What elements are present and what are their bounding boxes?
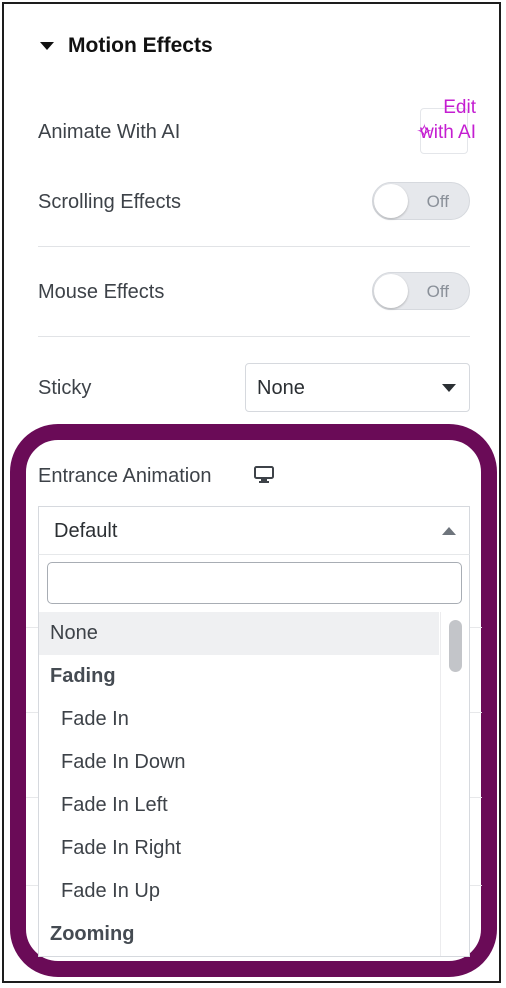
desktop-monitor-icon[interactable] [254,466,274,484]
dropdown-option[interactable]: None [39,612,439,655]
dropdown-option[interactable]: Fade In Right [39,827,439,870]
dropdown-option[interactable]: Fade In Down [39,741,439,784]
dropdown-group-label: Zooming [50,923,135,945]
chevron-down-icon [442,384,456,392]
background-line [26,885,38,886]
dropdown-group-label: Fading [50,665,116,687]
background-line [470,885,482,886]
divider [38,336,470,337]
scrolling-effects-toggle[interactable]: Off [372,182,470,220]
background-line [470,712,482,713]
background-line [26,797,38,798]
entrance-animation-label: Entrance Animation [38,465,212,487]
scrolling-effects-label: Scrolling Effects [38,191,182,213]
mouse-effects-toggle[interactable]: Off [372,272,470,310]
chevron-up-icon [442,527,456,535]
sticky-label: Sticky [38,377,92,399]
divider [38,246,470,247]
entrance-animation-value: Default [54,520,118,542]
section-header-motion-effects[interactable]: Motion Effects [40,34,213,58]
toggle-knob [374,274,408,308]
sticky-select-value: None [257,377,305,399]
caret-down-icon [40,42,54,50]
section-title: Motion Effects [68,34,213,57]
sticky-select[interactable]: None [245,363,470,412]
background-line [26,627,38,628]
dropdown-option[interactable]: Fade In Left [39,784,439,827]
background-line [26,712,38,713]
background-line [470,797,482,798]
mouse-effects-label: Mouse Effects [38,281,165,303]
dropdown-options-list: None Fading Fade In Fade In Down Fade In Lef… [39,612,439,956]
animate-with-ai-label: Animate With AI [38,121,181,143]
scrollbar-track[interactable] [440,612,469,956]
toggle-state-text: Off [426,282,449,301]
dropdown-option[interactable]: Fade In [39,698,439,741]
scrollbar-thumb[interactable] [449,620,462,672]
toggle-knob [374,184,408,218]
background-line [470,627,482,628]
entrance-animation-select[interactable]: Default [38,506,470,554]
dropdown-search-input[interactable] [47,562,462,604]
dropdown-option[interactable]: Fade In Up [39,870,439,913]
toggle-state-text: Off [426,192,449,211]
entrance-animation-dropdown: None Fading Fade In Fade In Down Fade In Lef… [38,554,470,957]
sparkle-icon: ✧ [416,121,433,143]
